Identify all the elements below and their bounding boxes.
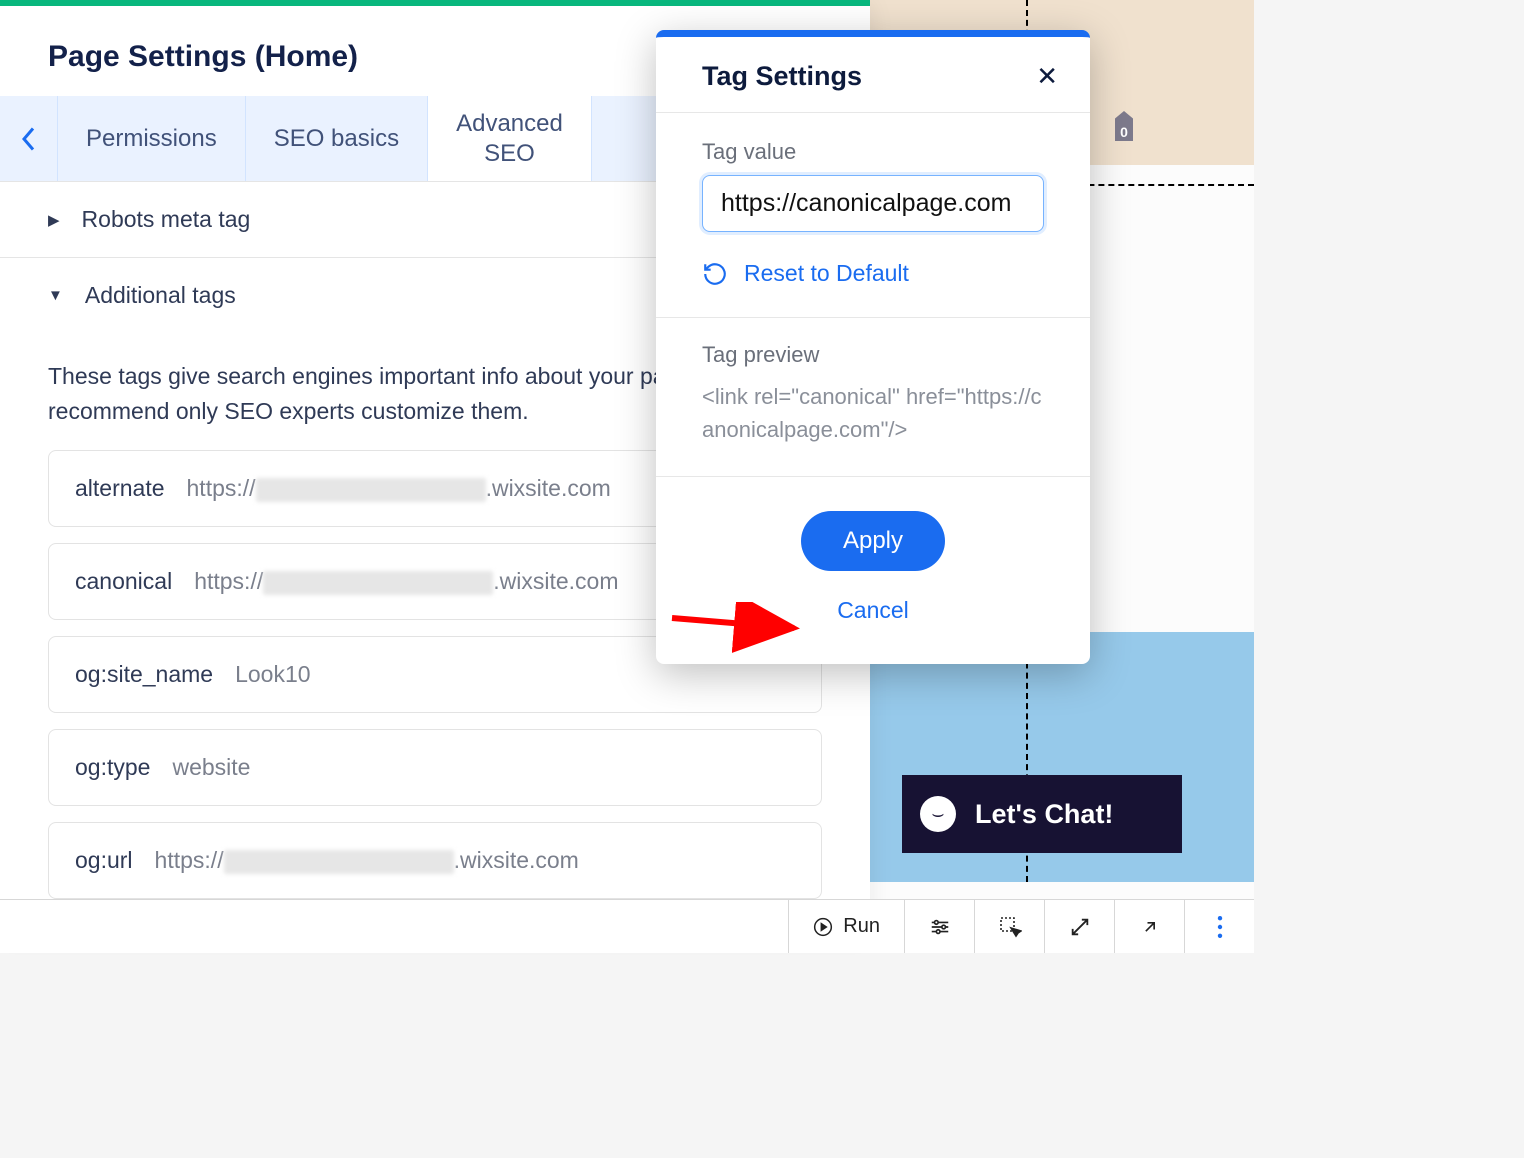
open-external-icon[interactable] <box>1114 900 1184 953</box>
run-button[interactable]: Run <box>788 900 904 953</box>
tag-preview-code: <link rel="canonical" href="https://cano… <box>702 380 1044 446</box>
chevron-left-icon <box>21 127 36 151</box>
play-circle-icon <box>813 917 833 937</box>
tag-settings-modal: Tag Settings ✕ Tag value Reset to Defaul… <box>656 30 1090 664</box>
tabs-back-button[interactable] <box>0 96 58 181</box>
shopping-bag-icon[interactable]: 0 <box>1106 108 1142 144</box>
tab-seo-basics[interactable]: SEO basics <box>246 96 428 181</box>
tab-permissions[interactable]: Permissions <box>58 96 246 181</box>
tab-advanced-seo[interactable]: Advanced SEO <box>428 96 592 181</box>
tag-preview-label: Tag preview <box>702 342 1044 368</box>
reset-to-default-button[interactable]: Reset to Default <box>656 236 1090 318</box>
expand-icon[interactable] <box>1044 900 1114 953</box>
sliders-icon[interactable] <box>904 900 974 953</box>
close-icon[interactable]: ✕ <box>1036 61 1058 92</box>
undo-icon <box>702 261 728 287</box>
more-options-icon[interactable] <box>1184 900 1254 953</box>
apply-button[interactable]: Apply <box>801 511 945 571</box>
chevron-right-icon: ▶ <box>48 211 60 229</box>
bottom-toolbar: Run <box>0 899 1254 953</box>
chat-label: Let's Chat! <box>975 799 1113 830</box>
modal-title: Tag Settings <box>702 61 862 92</box>
cancel-button[interactable]: Cancel <box>837 597 909 624</box>
select-cursor-icon[interactable] <box>974 900 1044 953</box>
chevron-down-icon: ▼ <box>48 287 63 304</box>
tag-row-og-url[interactable]: og:url https://.wixsite.com <box>48 822 822 899</box>
tag-row-og-type[interactable]: og:type website <box>48 729 822 806</box>
shopping-bag-count: 0 <box>1106 124 1142 140</box>
tag-value-input[interactable] <box>702 175 1044 232</box>
tag-value-label: Tag value <box>702 139 1044 165</box>
chat-face-icon: ⌣ <box>920 796 956 832</box>
chat-widget[interactable]: ⌣ Let's Chat! <box>902 775 1182 853</box>
